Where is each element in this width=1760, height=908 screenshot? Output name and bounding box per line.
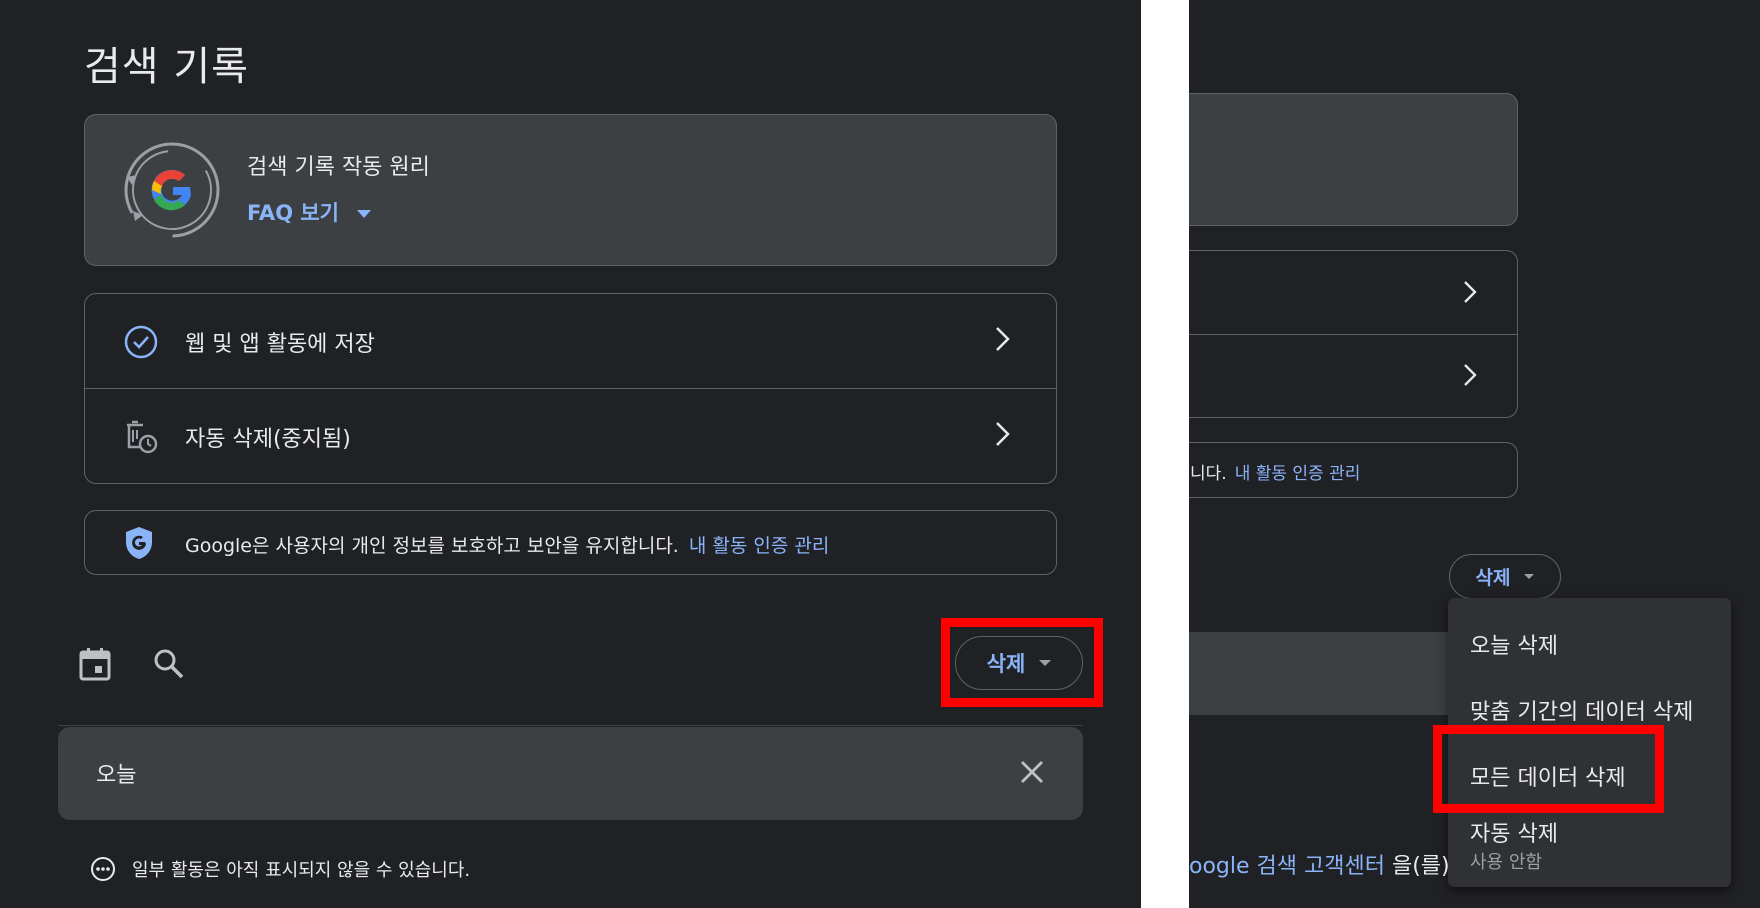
setting-row-auto-delete[interactable]: 자동 삭제(중지됨)	[85, 389, 1056, 484]
search-icon[interactable]	[152, 646, 186, 682]
divider	[1189, 334, 1517, 335]
setting-label: 자동 삭제(중지됨)	[185, 427, 351, 452]
chevron-right-icon	[996, 327, 1010, 351]
privacy-message: Google은 사용자의 개인 정보를 보호하고 보안을 유지합니다.	[185, 535, 679, 557]
chevron-right-icon	[996, 422, 1010, 446]
setting-label: 웹 및 앱 활동에 저장	[185, 332, 375, 357]
right-panel: 니다. 내 활동 인증 관리 삭제 오늘 삭제 맞춤 기간의 데이터 삭제 모든 …	[1189, 0, 1760, 908]
delete-button[interactable]: 삭제	[1449, 554, 1561, 599]
delete-button-label: 삭제	[986, 652, 1026, 676]
faq-toggle-link[interactable]: FAQ 보기	[247, 197, 371, 227]
google-shield-icon	[126, 527, 152, 559]
faq-card-partial	[1189, 93, 1518, 226]
caret-down-icon	[1524, 574, 1535, 579]
check-circle-icon	[124, 325, 158, 359]
settings-card: 웹 및 앱 활동에 저장 자동 삭제(중지됨)	[84, 293, 1057, 484]
settings-card-partial	[1189, 250, 1518, 418]
page-title: 검색 기록	[84, 44, 249, 90]
privacy-card-partial: 니다. 내 활동 인증 관리	[1189, 442, 1518, 498]
today-section-header-partial	[1189, 632, 1449, 715]
privacy-card: Google은 사용자의 개인 정보를 보호하고 보안을 유지합니다. 내 활동 …	[84, 510, 1057, 575]
pending-activity-notice: 일부 활동은 아직 표시되지 않을 수 있습니다.	[90, 856, 470, 882]
help-center-text: oogle 검색 고객센터 을(를)	[1189, 848, 1450, 880]
privacy-fragment: 니다.	[1190, 464, 1227, 484]
faq-card: 검색 기록 작동 원리 FAQ 보기	[84, 114, 1057, 266]
privacy-text-partial: 니다. 내 활동 인증 관리	[1190, 459, 1360, 484]
manage-verification-link[interactable]: 내 활동 인증 관리	[1235, 464, 1361, 484]
today-label: 오늘	[96, 763, 137, 788]
faq-link-label: FAQ 보기	[247, 201, 339, 225]
menu-item-delete-custom-range[interactable]: 맞춤 기간의 데이터 삭제	[1470, 694, 1693, 726]
more-horiz-circle-icon	[91, 857, 115, 881]
delete-button[interactable]: 삭제	[955, 636, 1083, 690]
today-section-header: 오늘	[58, 727, 1083, 820]
auto-delete-status: 사용 안함	[1470, 852, 1542, 873]
caret-down-icon	[357, 210, 371, 218]
manage-verification-link[interactable]: 내 활동 인증 관리	[689, 535, 829, 557]
help-center-link[interactable]: oogle 검색 고객센터	[1189, 854, 1385, 879]
notice-text: 일부 활동은 아직 표시되지 않을 수 있습니다.	[132, 860, 471, 881]
left-panel: 검색 기록 검색 기록 작동 원리 FAQ 보기 웹 및 앱 활동에 저장 자동…	[0, 0, 1141, 908]
chevron-right-icon[interactable]	[1461, 279, 1479, 305]
caret-down-icon	[1039, 660, 1052, 666]
google-history-icon	[124, 142, 220, 238]
highlight-box	[1433, 725, 1664, 813]
menu-item-delete-today[interactable]: 오늘 삭제	[1470, 628, 1558, 660]
help-center-suffix: 을(를)	[1384, 854, 1450, 879]
divider	[58, 725, 1083, 726]
setting-row-web-app-activity[interactable]: 웹 및 앱 활동에 저장	[85, 294, 1056, 389]
calendar-icon[interactable]	[78, 646, 112, 682]
faq-heading: 검색 기록 작동 원리	[247, 155, 430, 180]
close-icon[interactable]	[1019, 759, 1045, 785]
auto-delete-icon	[127, 420, 158, 454]
menu-item-auto-delete[interactable]: 자동 삭제	[1470, 816, 1558, 848]
privacy-text: Google은 사용자의 개인 정보를 보호하고 보안을 유지합니다. 내 활동 …	[185, 531, 829, 558]
chevron-right-icon[interactable]	[1461, 362, 1479, 388]
delete-button-label: 삭제	[1475, 567, 1511, 589]
